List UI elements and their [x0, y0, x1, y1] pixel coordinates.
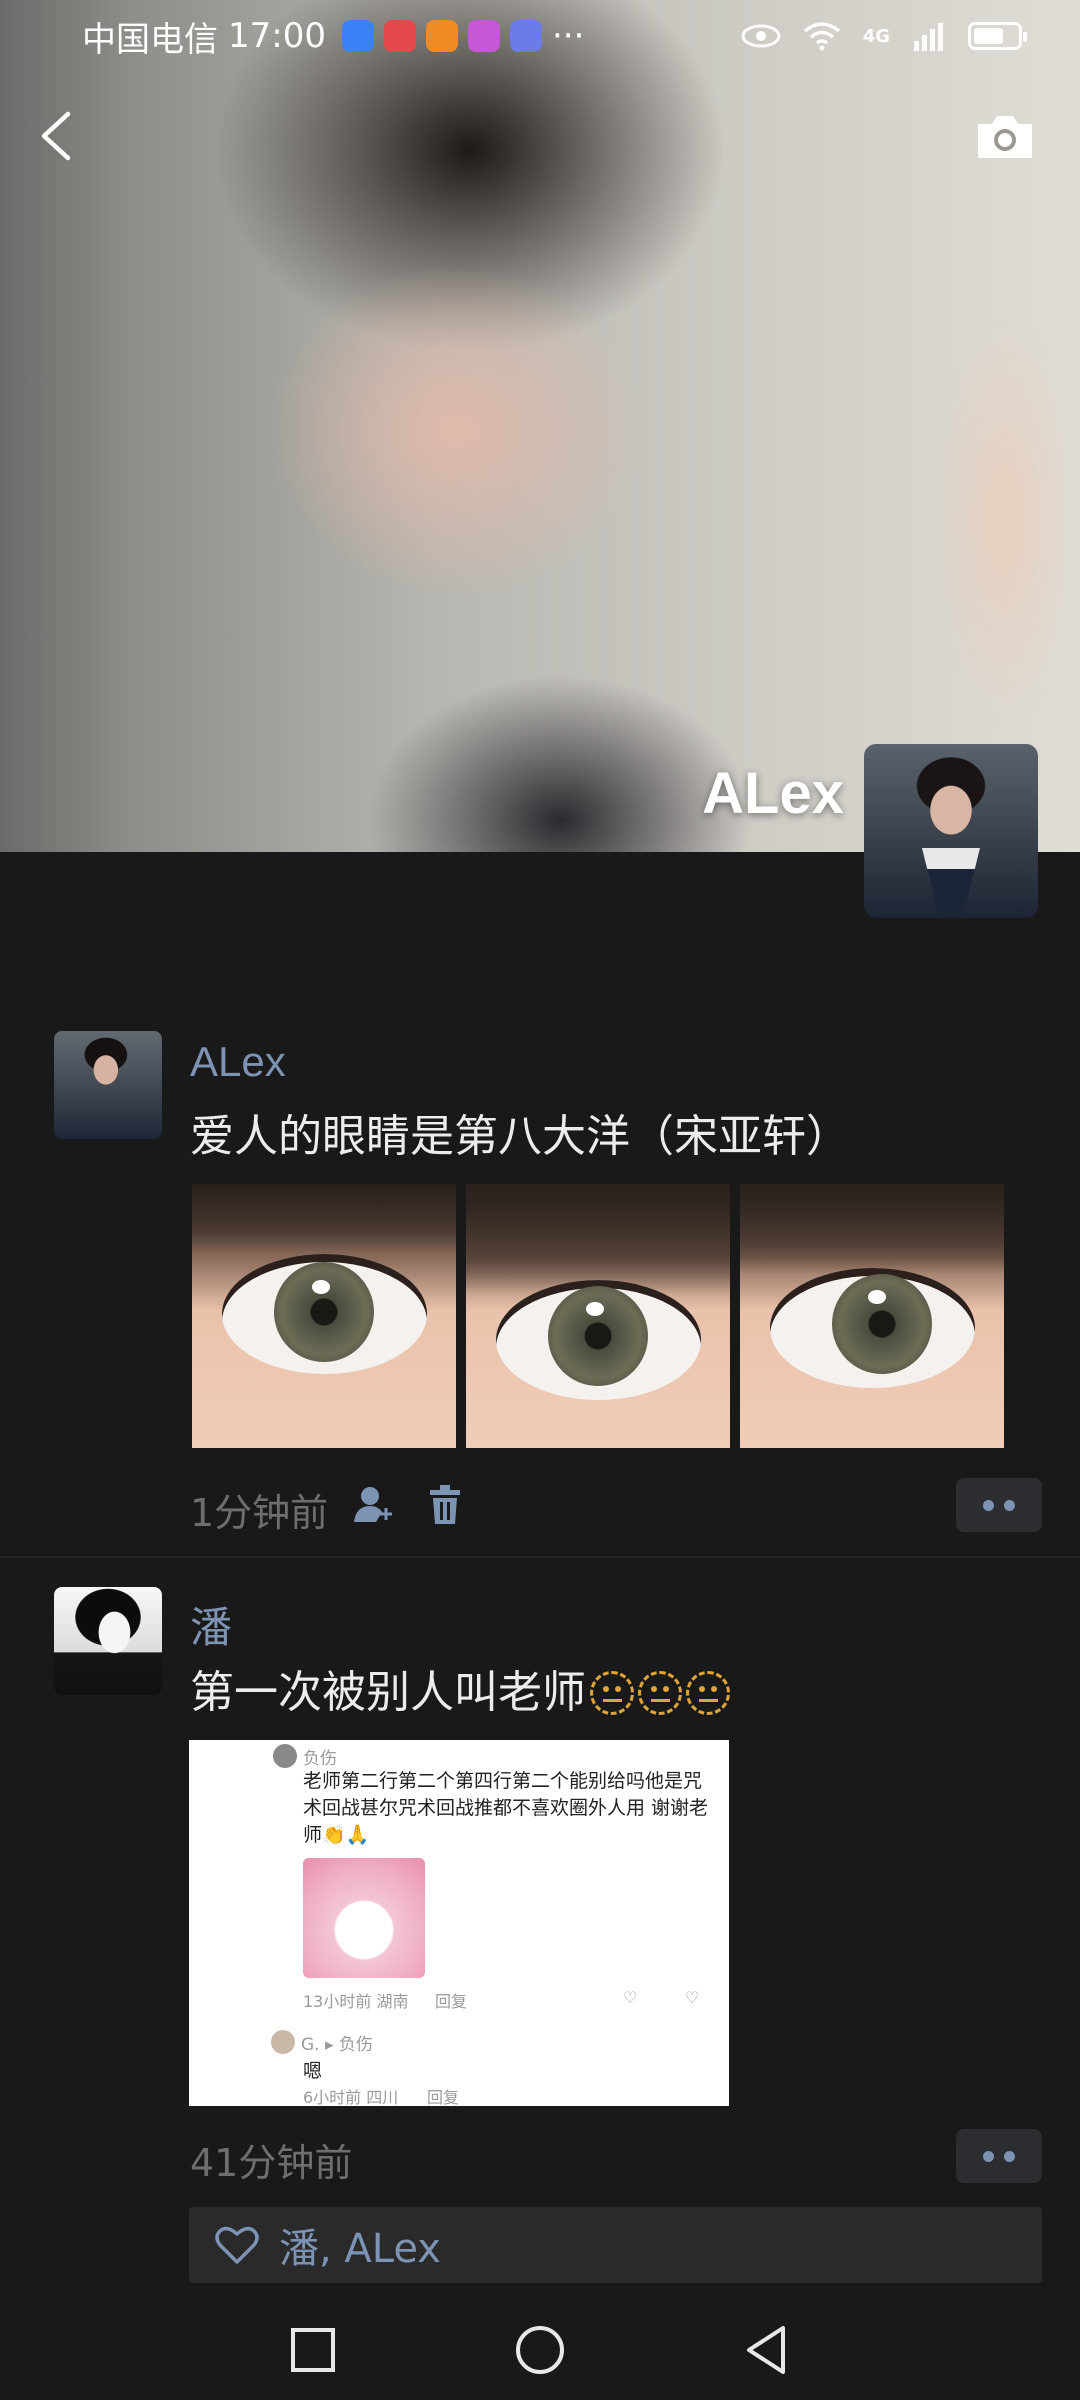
post-text: 爱人的眼睛是第八大洋（宋亚轩） [190, 1111, 850, 1162]
likes-bar: 潘, ALex [189, 2207, 1042, 2283]
game-app-icon [467, 20, 500, 52]
eye-icon [741, 24, 781, 48]
neutral-face-emoji-icon [638, 1671, 682, 1715]
cover-username: ALex [702, 761, 844, 826]
post-more-button[interactable] [956, 2129, 1042, 2183]
post-more-button[interactable] [956, 1478, 1042, 1532]
visibility-person-icon[interactable] [352, 1484, 394, 1526]
comment-meta: 6小时前 四川 [303, 2088, 399, 2106]
likes-names[interactable]: 潘, ALex [279, 2216, 441, 2274]
post-author-name[interactable]: 潘 [190, 1594, 232, 1655]
back-triangle-icon[interactable] [737, 2320, 797, 2380]
cover-photo[interactable]: 中国电信 17:00 ··· 4G ALex [0, 0, 1080, 852]
profile-avatar[interactable] [864, 744, 1038, 918]
clock: 17:00 [228, 16, 326, 56]
comment-body: 嗯 [303, 2060, 323, 2082]
post-divider [0, 1556, 1080, 1558]
shield-app-icon [341, 20, 374, 52]
post-time: 1分钟前 [190, 1491, 329, 1535]
battery-icon [968, 22, 1027, 50]
sticker-image [303, 1858, 425, 1978]
dislike-icon: ♡ [685, 1988, 700, 2007]
comment-reply: 回复 [435, 1992, 468, 2011]
comment-avatar [271, 2030, 295, 2054]
camera-icon[interactable] [974, 110, 1036, 162]
music-app-icon [509, 20, 542, 52]
signal-icon [914, 23, 943, 51]
post-time: 41分钟前 [190, 2141, 353, 2185]
moments-page: 中国电信 17:00 ··· 4G ALex ALex 爱人的眼睛是第八大洋（宋… [0, 0, 1080, 2400]
comment-user: 负伤 [303, 1749, 337, 1769]
post-image[interactable] [466, 1184, 730, 1448]
more-notifications-icon: ··· [551, 16, 585, 56]
post-text-content: 第一次被别人叫老师 [190, 1667, 586, 1718]
post-image[interactable]: 负伤 老师第二行第二个第四行第二个能别给吗他是咒术回战甚尔咒术回战推都不喜欢圈外… [189, 1740, 729, 2106]
post-image[interactable] [740, 1184, 1004, 1448]
post-author-avatar[interactable] [54, 1587, 162, 1695]
video-app-icon [425, 20, 458, 52]
post-author-avatar[interactable] [54, 1031, 162, 1139]
comment-body: 老师第二行第二个第四行第二个能别给吗他是咒术回战甚尔咒术回战推都不喜欢圈外人用 … [303, 1770, 709, 1846]
comment-meta: 13小时前 湖南 [303, 1992, 409, 2011]
heart-icon [215, 2226, 259, 2264]
comment-avatar [273, 1744, 297, 1768]
book-app-icon [383, 20, 416, 52]
status-bar: 中国电信 17:00 ··· 4G [0, 0, 1080, 72]
network-type-label: 4G [862, 25, 890, 47]
post-text: 第一次被别人叫老师 [190, 1656, 730, 1720]
post-image[interactable] [192, 1184, 456, 1448]
carrier-label: 中国电信 [82, 19, 218, 60]
wifi-icon [803, 22, 840, 51]
neutral-face-emoji-icon [686, 1671, 730, 1715]
home-icon[interactable] [510, 2320, 570, 2380]
back-chevron-icon[interactable] [34, 110, 78, 162]
like-icon: ♡ [623, 1988, 638, 2007]
recent-apps-icon[interactable] [283, 2320, 343, 2380]
neutral-face-emoji-icon [590, 1671, 634, 1715]
notification-app-icons [341, 20, 542, 52]
comment-user: G. ▸ 负伤 [301, 2035, 373, 2055]
post-image-grid [192, 1184, 1004, 1448]
system-nav-bar [0, 2300, 1080, 2400]
post-author-name[interactable]: ALex [190, 1038, 286, 1086]
trash-icon[interactable] [424, 1484, 466, 1526]
comment-reply: 回复 [427, 2088, 460, 2106]
